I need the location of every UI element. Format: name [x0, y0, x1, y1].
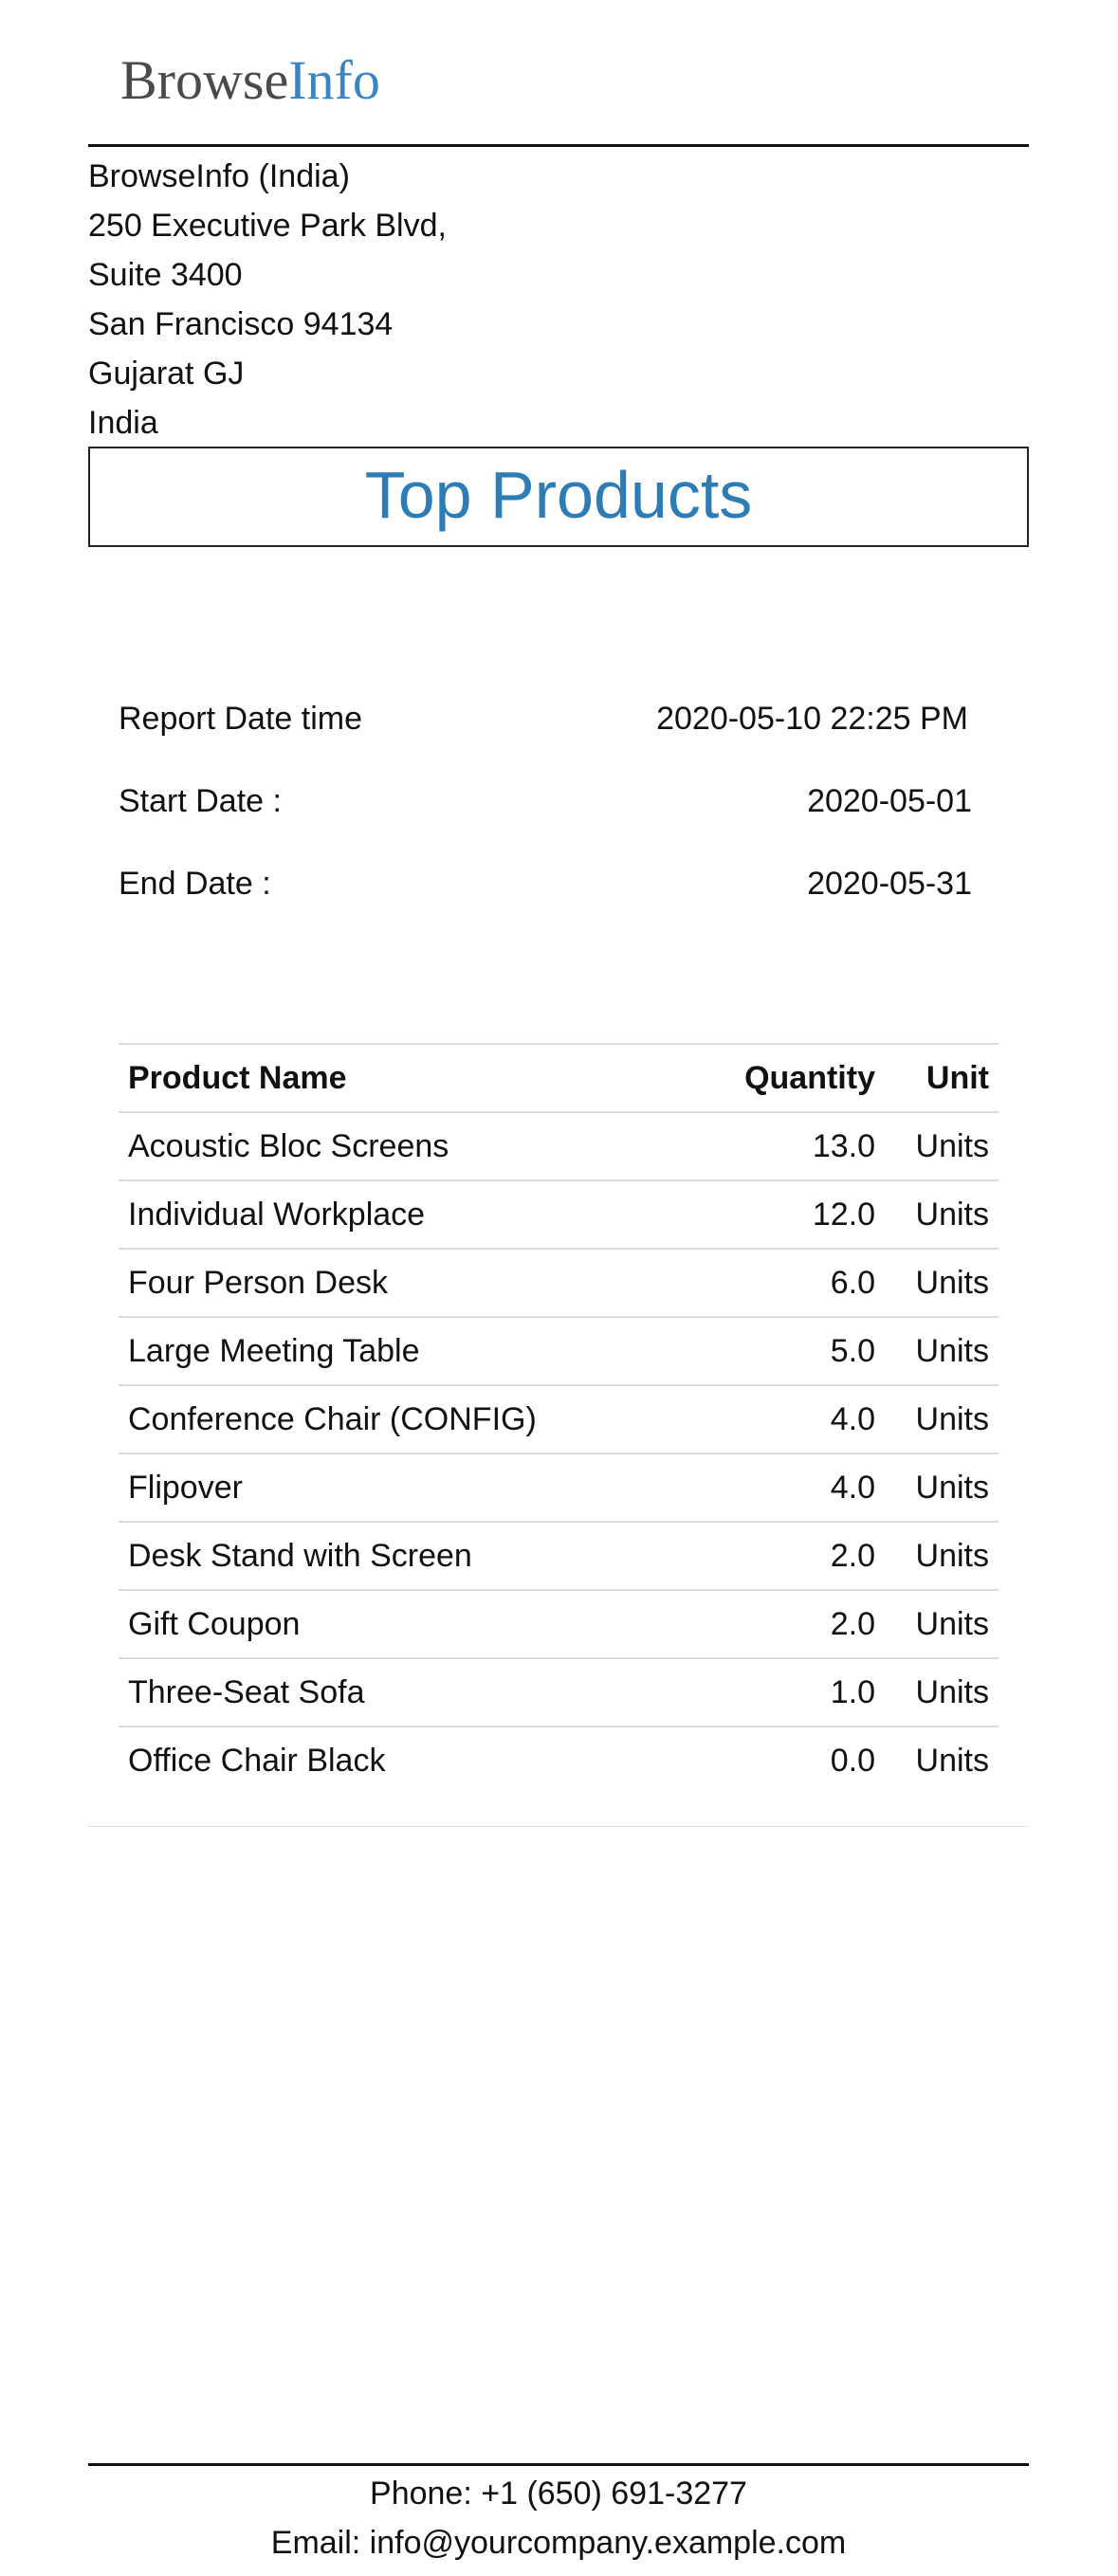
- product-name-cell: Desk Stand with Screen: [119, 1521, 705, 1590]
- company-address: BrowseInfo (India) 250 Executive Park Bl…: [88, 152, 447, 448]
- company-logo: BrowseInfo: [120, 53, 380, 108]
- table-row: Desk Stand with Screen 2.0 Units: [119, 1521, 999, 1590]
- header-divider: [88, 144, 1029, 147]
- table-row: Three-Seat Sofa 1.0 Units: [119, 1657, 999, 1726]
- quantity-cell: 6.0: [705, 1248, 885, 1317]
- product-name-cell: Acoustic Bloc Screens: [119, 1111, 705, 1180]
- product-name-cell: Three-Seat Sofa: [119, 1657, 705, 1726]
- footer-phone: Phone: +1 (650) 691-3277: [370, 2476, 747, 2512]
- product-name-cell: Gift Coupon: [119, 1589, 705, 1658]
- unit-cell: Units: [885, 1589, 999, 1658]
- unit-cell: Units: [885, 1657, 999, 1726]
- company-name: BrowseInfo (India): [88, 158, 350, 194]
- quantity-cell: 13.0: [705, 1111, 885, 1180]
- footer-divider: [88, 2463, 1029, 2466]
- unit-cell: Units: [885, 1316, 999, 1385]
- report-page: BrowseInfo BrowseInfo (India) 250 Execut…: [88, 0, 1029, 2576]
- table-row: Conference Chair (CONFIG) 4.0 Units: [119, 1384, 999, 1453]
- quantity-cell: 5.0: [705, 1316, 885, 1385]
- quantity-cell: 0.0: [705, 1726, 885, 1794]
- logo-text-browse: Browse: [120, 49, 289, 111]
- product-name-cell: Conference Chair (CONFIG): [119, 1384, 705, 1453]
- section-divider: [88, 1826, 1029, 1827]
- unit-cell: Units: [885, 1726, 999, 1794]
- quantity-cell: 2.0: [705, 1521, 885, 1590]
- table-header-row: Product Name Quantity Unit: [119, 1043, 999, 1112]
- product-name-cell: Individual Workplace: [119, 1179, 705, 1249]
- product-name-cell: Four Person Desk: [119, 1248, 705, 1317]
- products-table: Product Name Quantity Unit Acoustic Bloc…: [119, 1043, 999, 1794]
- address-street: 250 Executive Park Blvd,: [88, 208, 447, 244]
- unit-cell: Units: [885, 1248, 999, 1317]
- meta-label: End Date :: [119, 866, 271, 902]
- table-row: Acoustic Bloc Screens 13.0 Units: [119, 1111, 999, 1180]
- meta-value: 2020-05-31: [807, 866, 972, 902]
- column-header-quantity: Quantity: [705, 1043, 885, 1112]
- table-row: Individual Workplace 12.0 Units: [119, 1179, 999, 1249]
- column-header-unit: Unit: [885, 1043, 999, 1112]
- table-row: Flipover 4.0 Units: [119, 1452, 999, 1522]
- footer-email: Email: info@yourcompany.example.com: [270, 2525, 847, 2561]
- address-city: San Francisco 94134: [88, 306, 394, 342]
- address-country: India: [88, 405, 158, 441]
- address-suite: Suite 3400: [88, 257, 243, 293]
- product-name-cell: Flipover: [119, 1452, 705, 1522]
- table-row: Large Meeting Table 5.0 Units: [119, 1316, 999, 1385]
- quantity-cell: 4.0: [705, 1384, 885, 1453]
- product-name-cell: Large Meeting Table: [119, 1316, 705, 1385]
- page-footer: Phone: +1 (650) 691-3277 Email: info@you…: [88, 2469, 1029, 2567]
- quantity-cell: 1.0: [705, 1657, 885, 1726]
- table-row: Office Chair Black 0.0 Units: [119, 1726, 999, 1794]
- unit-cell: Units: [885, 1452, 999, 1522]
- report-title-box: Top Products: [88, 447, 1029, 547]
- meta-label: Report Date time: [119, 701, 362, 737]
- report-title: Top Products: [364, 458, 753, 532]
- product-name-cell: Office Chair Black: [119, 1726, 705, 1794]
- unit-cell: Units: [885, 1111, 999, 1180]
- unit-cell: Units: [885, 1384, 999, 1453]
- address-state: Gujarat GJ: [88, 356, 245, 392]
- unit-cell: Units: [885, 1521, 999, 1590]
- table-row: Gift Coupon 2.0 Units: [119, 1589, 999, 1658]
- quantity-cell: 4.0: [705, 1452, 885, 1522]
- quantity-cell: 12.0: [705, 1179, 885, 1249]
- unit-cell: Units: [885, 1179, 999, 1249]
- column-header-product: Product Name: [119, 1043, 705, 1112]
- table-row: Four Person Desk 6.0 Units: [119, 1248, 999, 1317]
- logo-text-info: Info: [288, 49, 380, 111]
- quantity-cell: 2.0: [705, 1589, 885, 1658]
- meta-value: 2020-05-01: [807, 783, 972, 819]
- meta-value: 2020-05-10 22:25 PM: [656, 701, 968, 737]
- meta-label: Start Date :: [119, 783, 282, 819]
